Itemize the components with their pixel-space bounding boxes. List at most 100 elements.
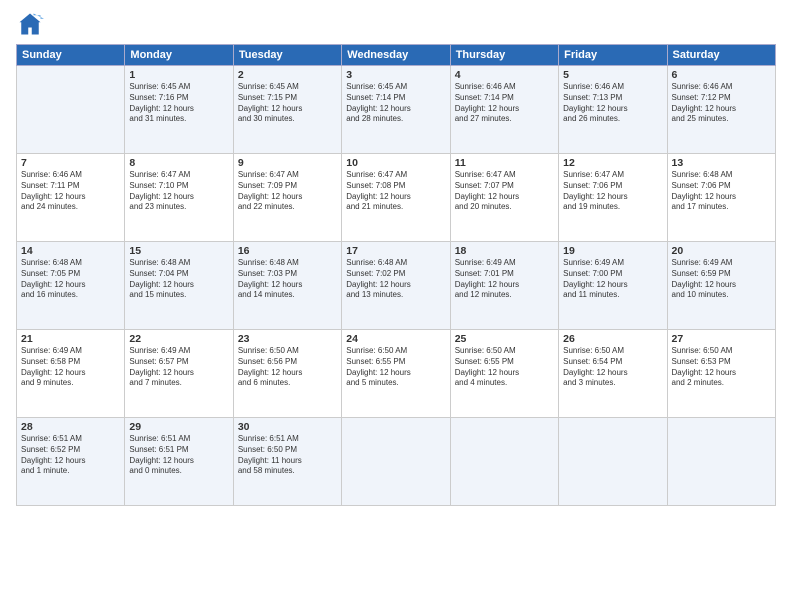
day-number: 23 <box>238 333 337 345</box>
calendar-cell: 18Sunrise: 6:49 AM Sunset: 7:01 PM Dayli… <box>450 242 558 330</box>
cell-info: Sunrise: 6:47 AM Sunset: 7:06 PM Dayligh… <box>563 170 662 213</box>
cell-info: Sunrise: 6:47 AM Sunset: 7:10 PM Dayligh… <box>129 170 228 213</box>
cell-info: Sunrise: 6:45 AM Sunset: 7:14 PM Dayligh… <box>346 82 445 125</box>
day-number: 3 <box>346 69 445 81</box>
day-number: 20 <box>672 245 771 257</box>
cell-info: Sunrise: 6:47 AM Sunset: 7:09 PM Dayligh… <box>238 170 337 213</box>
calendar-cell: 19Sunrise: 6:49 AM Sunset: 7:00 PM Dayli… <box>559 242 667 330</box>
cell-info: Sunrise: 6:50 AM Sunset: 6:54 PM Dayligh… <box>563 346 662 389</box>
cell-info: Sunrise: 6:48 AM Sunset: 7:06 PM Dayligh… <box>672 170 771 213</box>
cell-info: Sunrise: 6:45 AM Sunset: 7:16 PM Dayligh… <box>129 82 228 125</box>
day-number: 19 <box>563 245 662 257</box>
cell-info: Sunrise: 6:51 AM Sunset: 6:52 PM Dayligh… <box>21 434 120 477</box>
calendar-cell: 16Sunrise: 6:48 AM Sunset: 7:03 PM Dayli… <box>233 242 341 330</box>
calendar-cell: 20Sunrise: 6:49 AM Sunset: 6:59 PM Dayli… <box>667 242 775 330</box>
day-number: 22 <box>129 333 228 345</box>
calendar-cell: 12Sunrise: 6:47 AM Sunset: 7:06 PM Dayli… <box>559 154 667 242</box>
cell-info: Sunrise: 6:50 AM Sunset: 6:53 PM Dayligh… <box>672 346 771 389</box>
day-number: 26 <box>563 333 662 345</box>
cell-info: Sunrise: 6:46 AM Sunset: 7:11 PM Dayligh… <box>21 170 120 213</box>
week-row-2: 7Sunrise: 6:46 AM Sunset: 7:11 PM Daylig… <box>17 154 776 242</box>
cell-info: Sunrise: 6:48 AM Sunset: 7:02 PM Dayligh… <box>346 258 445 301</box>
weekday-header-monday: Monday <box>125 45 233 66</box>
cell-info: Sunrise: 6:50 AM Sunset: 6:55 PM Dayligh… <box>455 346 554 389</box>
day-number: 1 <box>129 69 228 81</box>
calendar-cell: 1Sunrise: 6:45 AM Sunset: 7:16 PM Daylig… <box>125 66 233 154</box>
cell-info: Sunrise: 6:49 AM Sunset: 6:59 PM Dayligh… <box>672 258 771 301</box>
cell-info: Sunrise: 6:45 AM Sunset: 7:15 PM Dayligh… <box>238 82 337 125</box>
day-number: 5 <box>563 69 662 81</box>
calendar-cell: 30Sunrise: 6:51 AM Sunset: 6:50 PM Dayli… <box>233 418 341 506</box>
calendar-cell <box>17 66 125 154</box>
day-number: 8 <box>129 157 228 169</box>
weekday-header-saturday: Saturday <box>667 45 775 66</box>
cell-info: Sunrise: 6:48 AM Sunset: 7:03 PM Dayligh… <box>238 258 337 301</box>
weekday-header-thursday: Thursday <box>450 45 558 66</box>
calendar-cell <box>342 418 450 506</box>
calendar-cell: 11Sunrise: 6:47 AM Sunset: 7:07 PM Dayli… <box>450 154 558 242</box>
day-number: 4 <box>455 69 554 81</box>
day-number: 14 <box>21 245 120 257</box>
day-number: 29 <box>129 421 228 433</box>
day-number: 7 <box>21 157 120 169</box>
day-number: 28 <box>21 421 120 433</box>
calendar-cell <box>667 418 775 506</box>
calendar-cell: 3Sunrise: 6:45 AM Sunset: 7:14 PM Daylig… <box>342 66 450 154</box>
calendar: SundayMondayTuesdayWednesdayThursdayFrid… <box>16 44 776 506</box>
calendar-cell: 17Sunrise: 6:48 AM Sunset: 7:02 PM Dayli… <box>342 242 450 330</box>
page: SundayMondayTuesdayWednesdayThursdayFrid… <box>0 0 792 612</box>
day-number: 9 <box>238 157 337 169</box>
cell-info: Sunrise: 6:51 AM Sunset: 6:50 PM Dayligh… <box>238 434 337 477</box>
cell-info: Sunrise: 6:49 AM Sunset: 6:57 PM Dayligh… <box>129 346 228 389</box>
calendar-cell: 25Sunrise: 6:50 AM Sunset: 6:55 PM Dayli… <box>450 330 558 418</box>
day-number: 17 <box>346 245 445 257</box>
calendar-cell: 5Sunrise: 6:46 AM Sunset: 7:13 PM Daylig… <box>559 66 667 154</box>
day-number: 13 <box>672 157 771 169</box>
calendar-cell: 2Sunrise: 6:45 AM Sunset: 7:15 PM Daylig… <box>233 66 341 154</box>
cell-info: Sunrise: 6:48 AM Sunset: 7:05 PM Dayligh… <box>21 258 120 301</box>
day-number: 25 <box>455 333 554 345</box>
calendar-cell: 22Sunrise: 6:49 AM Sunset: 6:57 PM Dayli… <box>125 330 233 418</box>
calendar-cell: 7Sunrise: 6:46 AM Sunset: 7:11 PM Daylig… <box>17 154 125 242</box>
cell-info: Sunrise: 6:49 AM Sunset: 7:01 PM Dayligh… <box>455 258 554 301</box>
cell-info: Sunrise: 6:46 AM Sunset: 7:12 PM Dayligh… <box>672 82 771 125</box>
day-number: 27 <box>672 333 771 345</box>
day-number: 18 <box>455 245 554 257</box>
cell-info: Sunrise: 6:51 AM Sunset: 6:51 PM Dayligh… <box>129 434 228 477</box>
day-number: 10 <box>346 157 445 169</box>
cell-info: Sunrise: 6:50 AM Sunset: 6:56 PM Dayligh… <box>238 346 337 389</box>
week-row-3: 14Sunrise: 6:48 AM Sunset: 7:05 PM Dayli… <box>17 242 776 330</box>
cell-info: Sunrise: 6:49 AM Sunset: 7:00 PM Dayligh… <box>563 258 662 301</box>
weekday-header-wednesday: Wednesday <box>342 45 450 66</box>
day-number: 12 <box>563 157 662 169</box>
calendar-cell: 26Sunrise: 6:50 AM Sunset: 6:54 PM Dayli… <box>559 330 667 418</box>
weekday-header-friday: Friday <box>559 45 667 66</box>
header <box>16 10 776 38</box>
calendar-cell: 21Sunrise: 6:49 AM Sunset: 6:58 PM Dayli… <box>17 330 125 418</box>
logo <box>16 10 48 38</box>
calendar-cell: 29Sunrise: 6:51 AM Sunset: 6:51 PM Dayli… <box>125 418 233 506</box>
weekday-header-sunday: Sunday <box>17 45 125 66</box>
week-row-5: 28Sunrise: 6:51 AM Sunset: 6:52 PM Dayli… <box>17 418 776 506</box>
calendar-cell: 24Sunrise: 6:50 AM Sunset: 6:55 PM Dayli… <box>342 330 450 418</box>
calendar-cell: 14Sunrise: 6:48 AM Sunset: 7:05 PM Dayli… <box>17 242 125 330</box>
calendar-cell <box>450 418 558 506</box>
weekday-header-row: SundayMondayTuesdayWednesdayThursdayFrid… <box>17 45 776 66</box>
calendar-cell: 8Sunrise: 6:47 AM Sunset: 7:10 PM Daylig… <box>125 154 233 242</box>
calendar-cell: 27Sunrise: 6:50 AM Sunset: 6:53 PM Dayli… <box>667 330 775 418</box>
logo-icon <box>16 10 44 38</box>
day-number: 2 <box>238 69 337 81</box>
calendar-cell: 9Sunrise: 6:47 AM Sunset: 7:09 PM Daylig… <box>233 154 341 242</box>
week-row-4: 21Sunrise: 6:49 AM Sunset: 6:58 PM Dayli… <box>17 330 776 418</box>
calendar-cell: 6Sunrise: 6:46 AM Sunset: 7:12 PM Daylig… <box>667 66 775 154</box>
calendar-cell: 13Sunrise: 6:48 AM Sunset: 7:06 PM Dayli… <box>667 154 775 242</box>
calendar-cell: 23Sunrise: 6:50 AM Sunset: 6:56 PM Dayli… <box>233 330 341 418</box>
cell-info: Sunrise: 6:48 AM Sunset: 7:04 PM Dayligh… <box>129 258 228 301</box>
day-number: 11 <box>455 157 554 169</box>
day-number: 6 <box>672 69 771 81</box>
day-number: 21 <box>21 333 120 345</box>
cell-info: Sunrise: 6:46 AM Sunset: 7:14 PM Dayligh… <box>455 82 554 125</box>
cell-info: Sunrise: 6:47 AM Sunset: 7:08 PM Dayligh… <box>346 170 445 213</box>
day-number: 30 <box>238 421 337 433</box>
day-number: 16 <box>238 245 337 257</box>
